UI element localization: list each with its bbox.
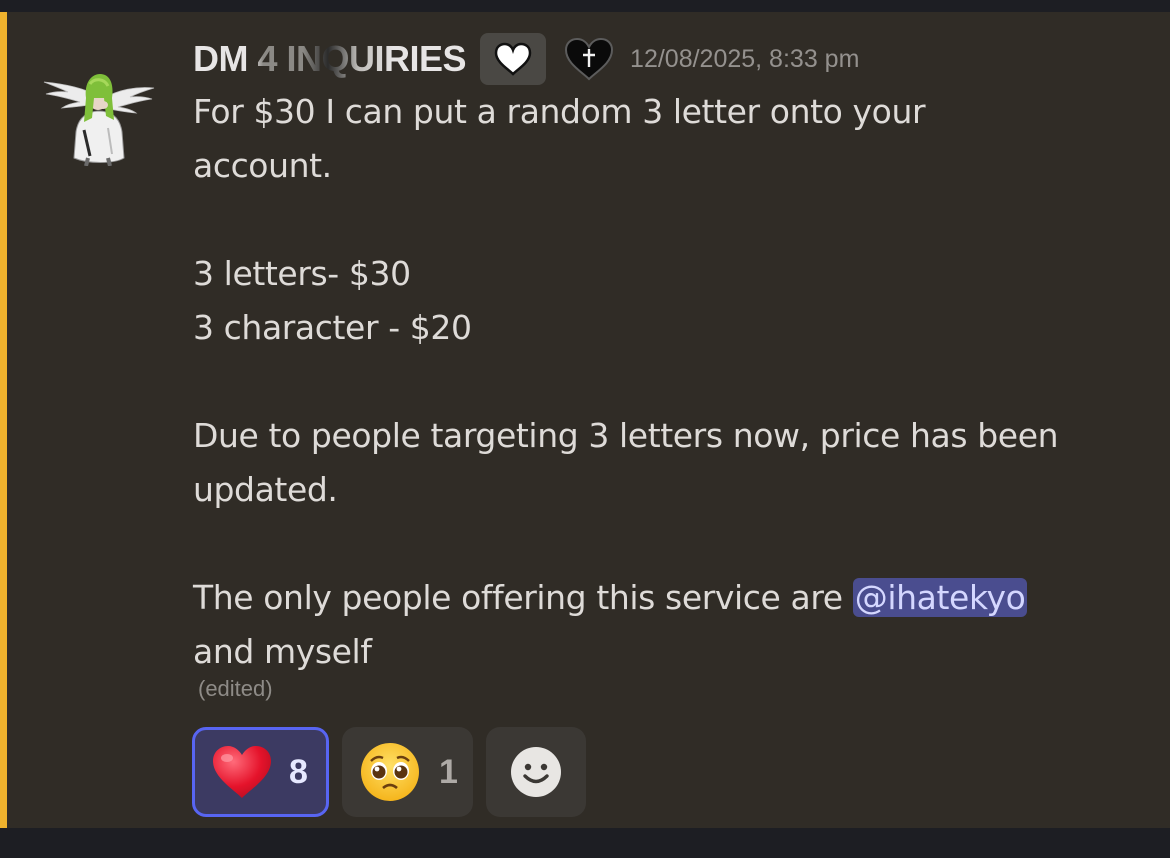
message-line: account. [193, 146, 332, 185]
message-line: The only people offering this service ar… [193, 578, 843, 617]
reaction-pleading-face[interactable]: 1 [342, 727, 473, 817]
message-line: 3 character - $20 [193, 308, 472, 347]
reaction-heart[interactable]: 8 [192, 727, 329, 817]
message-line-with-mention: The only people offering this service ar… [193, 571, 1153, 625]
white-heart-icon [494, 42, 532, 76]
avatar[interactable] [40, 58, 156, 166]
profile-badge[interactable] [562, 33, 616, 85]
message-line: Due to people targeting 3 letters now, p… [193, 416, 1059, 455]
reaction-count: 1 [439, 752, 458, 791]
username[interactable]: DM 4 INQUIRIES [193, 38, 467, 80]
message-line: and myself [193, 632, 372, 671]
black-heart-cross-icon [565, 37, 614, 81]
server-tag-badge[interactable] [480, 33, 547, 85]
message-line: updated. [193, 470, 338, 509]
timestamp[interactable]: 12/08/2025, 8:33 pm [630, 45, 859, 74]
heart-emoji [213, 746, 271, 798]
mention-highlight-bar [0, 12, 7, 828]
message-line: For $30 I can put a random 3 letter onto… [193, 92, 926, 131]
add-reaction-button[interactable] [486, 727, 586, 817]
add-reaction-icon [511, 747, 561, 797]
pleading-face-emoji [361, 743, 419, 801]
user-mention[interactable]: @ihatekyo [852, 578, 1028, 617]
message-header: DM 4 INQUIRIES 12/08/2025, 8:33 pm [193, 32, 859, 86]
message-content: For $30 I can put a random 3 letter onto… [193, 85, 1153, 679]
edited-label: (edited) [198, 676, 273, 701]
reactions-bar: 8 1 [192, 727, 586, 817]
message-container: DM 4 INQUIRIES 12/08/2025, 8:33 pm For $… [0, 12, 1170, 828]
message-line: 3 letters- $30 [193, 254, 411, 293]
reaction-count: 8 [289, 752, 308, 791]
